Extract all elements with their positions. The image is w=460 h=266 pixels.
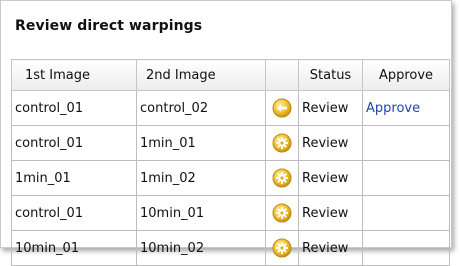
cell-approve [362,160,450,196]
table-row: control_01 control_02 Review Approve [11,90,450,126]
cell-2nd-image: 10min_01 [136,195,266,231]
table-row: 10min_01 10min_02 Review [11,230,450,266]
table-row: control_01 10min_01 Review [11,195,450,231]
cell-2nd-image: control_02 [136,90,266,126]
gear-icon[interactable] [272,133,292,153]
cell-1st-image: 10min_01 [11,230,137,266]
cell-2nd-image: 10min_02 [136,230,266,266]
table-row: control_01 1min_01 Review [11,125,450,161]
column-header-approve[interactable]: Approve [362,59,450,91]
cell-1st-image: control_01 [11,195,137,231]
cell-status: Review [298,90,363,126]
approve-link[interactable]: Approve [366,101,420,116]
cell-1st-image: 1min_01 [11,160,137,196]
cell-status: Review [298,195,363,231]
cell-approve [362,125,450,161]
cell-2nd-image: 1min_02 [136,160,266,196]
cell-action [265,230,299,266]
column-header-1st-image[interactable]: 1st Image [11,59,137,91]
column-header-status[interactable]: Status [298,59,363,91]
undo-arrow-icon[interactable] [272,98,292,118]
cell-approve [362,230,450,266]
warpings-table: 1st Image 2nd Image Status Approve contr… [11,59,450,266]
cell-action [265,195,299,231]
cell-status: Review [298,230,363,266]
gear-icon[interactable] [272,168,292,188]
cell-action [265,90,299,126]
gear-icon[interactable] [272,238,292,258]
gear-icon[interactable] [272,203,292,223]
cell-status: Review [298,125,363,161]
cell-1st-image: control_01 [11,90,137,126]
cell-2nd-image: 1min_01 [136,125,266,161]
review-panel: Review direct warpings 1st Image 2nd Ima… [0,0,452,266]
cell-approve [362,195,450,231]
cell-status: Review [298,160,363,196]
cell-action [265,160,299,196]
panel-title: Review direct warpings [15,18,203,34]
column-header-action [265,59,299,91]
table-header-row: 1st Image 2nd Image Status Approve [11,59,450,91]
column-header-2nd-image[interactable]: 2nd Image [136,59,266,91]
table-row: 1min_01 1min_02 Review [11,160,450,196]
cell-action [265,125,299,161]
cell-approve: Approve [362,90,450,126]
cell-1st-image: control_01 [11,125,137,161]
